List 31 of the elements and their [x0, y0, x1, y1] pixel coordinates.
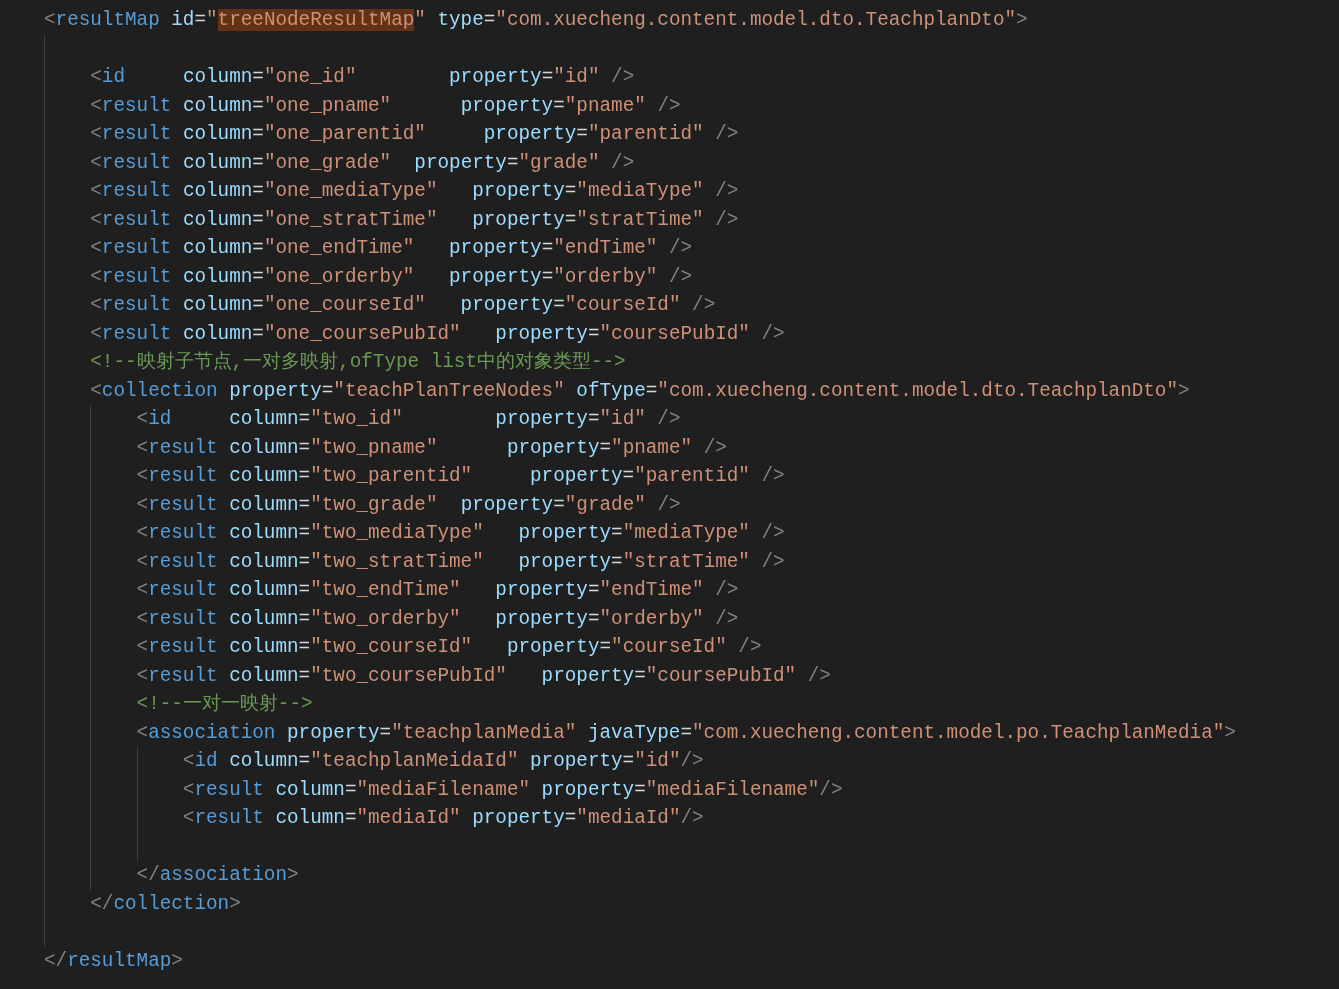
code-line: <!--一对一映射-->	[136, 692, 313, 717]
code-line: <result column="two_parentid" property="parentid" />	[136, 464, 785, 489]
code-line: <resultMap id="treeNodeResultMap" type="com.xuecheng.content.model.dto.TeachplanDto">	[44, 8, 1028, 33]
code-line: <result column="two_endTime" property="endTime" />	[136, 578, 739, 603]
code-line: <result column="mediaFilename" property="mediaFilename"/>	[182, 777, 843, 803]
code-line: <result column="one_orderby" property="orderby" />	[90, 264, 693, 290]
code-line: <result column="one_endTime" property="endTime" />	[90, 236, 693, 261]
code-line: <collection property="teachPlanTreeNodes" ofType="com.xuecheng.content.model.dto.TeachplanDto">	[90, 378, 1190, 404]
code-line: <result column="mediaId" property="mediaId"/>	[182, 806, 704, 831]
code-line: <result column="one_parentid" property="parentid" />	[90, 122, 739, 147]
code-line: <result column="one_grade" property="grade" />	[90, 150, 635, 176]
code-line: <result column="one_mediaType" property="mediaType" />	[90, 179, 739, 204]
code-line: <result column="two_orderby" property="orderby" />	[136, 606, 739, 632]
code-line: <result column="two_stratTime" property="stratTime" />	[136, 549, 785, 575]
code-line: </resultMap>	[44, 948, 183, 974]
code-line: <result column="one_coursePubId" property="coursePubId" />	[90, 321, 785, 347]
code-line: <result column="one_pname" property="pname" />	[90, 93, 681, 119]
code-line: <id column="one_id" property="id" />	[90, 65, 635, 90]
code-line: <result column="one_stratTime" property="stratTime" />	[90, 207, 739, 233]
code-line: </association>	[136, 863, 299, 888]
code-line: <result column="two_grade" property="grade" />	[136, 492, 681, 518]
code-line: <association property="teachplanMedia" javaType="com.xuecheng.content.model.po.TeachplanMedia">	[136, 720, 1236, 746]
code-line: </collection>	[90, 891, 241, 917]
code-line: <id column="teachplanMeidaId" property="id"/>	[182, 749, 704, 774]
code-line: <result column="two_pname" property="pname" />	[136, 435, 727, 461]
code-line: <result column="two_courseId" property="courseId" />	[136, 635, 762, 660]
code-line: <result column="one_courseId" property="courseId" />	[90, 293, 716, 318]
code-line: <result column="two_coursePubId" property="coursePubId" />	[136, 663, 831, 689]
code-line: <result column="two_mediaType" property="mediaType" />	[136, 521, 785, 546]
code-line: <id column="two_id" property="id" />	[136, 407, 681, 432]
code-line: <!--映射子节点,一对多映射,ofType list中的对象类型-->	[90, 350, 626, 375]
